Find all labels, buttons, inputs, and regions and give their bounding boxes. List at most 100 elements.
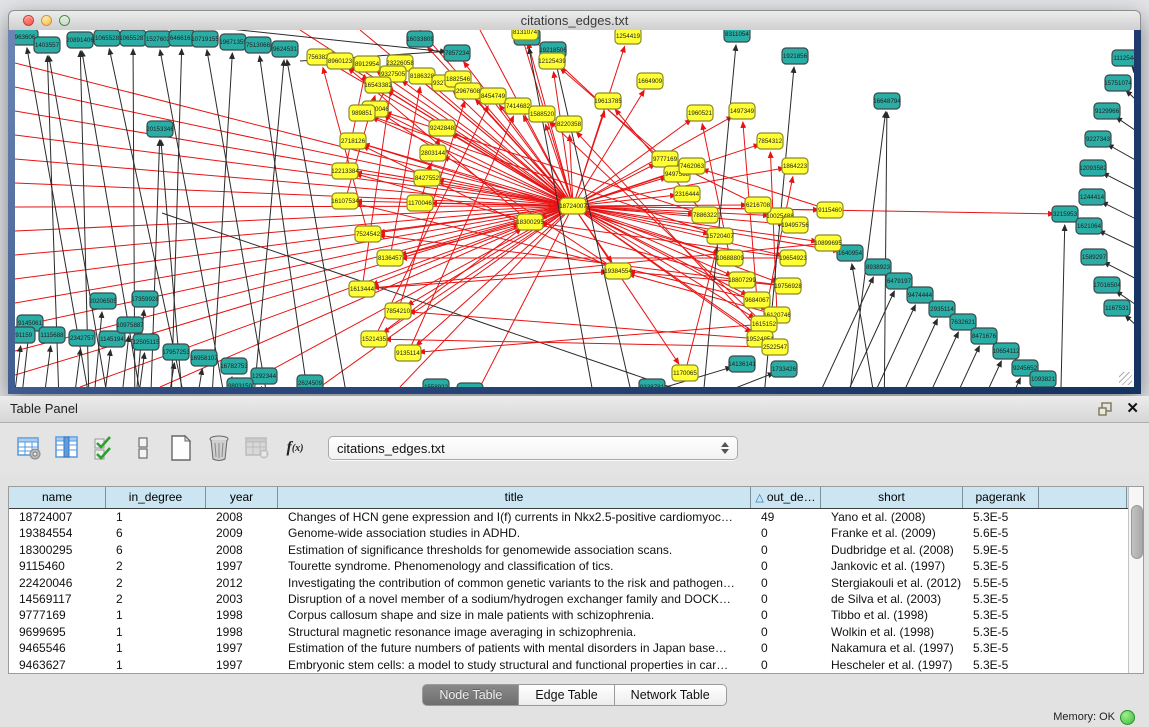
graph-node[interactable]: 2718126	[340, 133, 366, 149]
table-cell[interactable]: de Silva et al. (2003)	[821, 591, 963, 607]
table-cell[interactable]	[1039, 640, 1127, 656]
table-header-row[interactable]: namein_degreeyeartitle△out_de…shortpager…	[9, 487, 1143, 509]
table-select-dropdown[interactable]: citations_edges.txt	[328, 436, 738, 460]
graph-node[interactable]: 2522547	[762, 339, 788, 355]
table-row[interactable]: 1872400712008Changes of HCN gene express…	[9, 509, 1128, 525]
graph-node[interactable]: 1497349	[729, 103, 755, 119]
table-cell[interactable]: 5.3E-5	[963, 591, 1039, 607]
graph-node[interactable]: 16107534	[331, 193, 359, 209]
table-row[interactable]: 2242004622012Investigating the contribut…	[9, 575, 1128, 591]
graph-node[interactable]: 391159	[15, 327, 35, 343]
graph-node[interactable]: 7513066	[245, 37, 271, 53]
table-cell[interactable]: Tibbo et al. (1998)	[821, 607, 963, 623]
table-cell[interactable]: 5.9E-5	[963, 542, 1039, 558]
graph-node[interactable]: 19671355	[219, 34, 247, 50]
graph-node[interactable]: 15720407	[706, 228, 734, 244]
graph-node[interactable]: 16543382	[364, 77, 392, 93]
graph-node[interactable]: 1558922	[423, 379, 449, 387]
network-window-titlebar[interactable]: citations_edges.txt	[8, 10, 1141, 31]
table-cell[interactable]: 1	[106, 509, 206, 525]
graph-node[interactable]: 8131074	[512, 30, 538, 40]
graph-node[interactable]: 7886322	[692, 207, 718, 223]
delete-table-button[interactable]	[202, 432, 236, 464]
graph-node[interactable]: 9227343	[1085, 131, 1111, 147]
graph-node[interactable]: 1960521	[687, 105, 713, 121]
graph-node[interactable]: 8938923	[865, 259, 891, 275]
graph-node[interactable]: 1527602	[145, 31, 171, 47]
column-header-pagerank[interactable]: pagerank	[963, 487, 1039, 508]
graph-node[interactable]: 1254419	[615, 30, 641, 44]
table-cell[interactable]: 2012	[206, 575, 278, 591]
graph-node[interactable]: 17359928	[131, 291, 159, 307]
table-cell[interactable]: 2009	[206, 525, 278, 541]
graph-node[interactable]: 1403557	[34, 37, 60, 53]
table-cell[interactable]: 18724007	[9, 509, 106, 525]
table-cell[interactable]: 0	[751, 640, 821, 656]
table-cell[interactable]: Corpus callosum shape and size in male p…	[278, 607, 751, 623]
graph-node[interactable]: 7857234	[444, 45, 470, 61]
graph-node[interactable]: 2624509	[297, 375, 323, 387]
table-cell[interactable]	[1039, 575, 1127, 591]
column-header-filler[interactable]	[1039, 487, 1127, 508]
column-header-in_degree[interactable]: in_degree	[106, 487, 206, 508]
table-cell[interactable]: 19384554	[9, 525, 106, 541]
graph-node[interactable]: 20153346	[146, 121, 174, 137]
table-settings-button[interactable]	[12, 432, 46, 464]
table-cell[interactable]: 5.3E-5	[963, 640, 1039, 656]
table-cell[interactable]: 1998	[206, 624, 278, 640]
table-cell[interactable]: 6	[106, 525, 206, 541]
graph-node[interactable]: 10719155	[191, 31, 219, 47]
graph-node[interactable]: 19384554	[604, 263, 632, 279]
table-cell[interactable]: 5.6E-5	[963, 525, 1039, 541]
table-cell[interactable]: 9699695	[9, 624, 106, 640]
table-cell[interactable]: Nakamura et al. (1997)	[821, 640, 963, 656]
graph-node[interactable]: 15751074	[1104, 75, 1132, 91]
graph-node[interactable]: 9129966	[1094, 103, 1120, 119]
table-cell[interactable]	[1039, 607, 1127, 623]
graph-node[interactable]: 1112544	[1112, 50, 1134, 66]
graph-node[interactable]: 9624531	[272, 41, 298, 57]
table-row[interactable]: 1830029562008Estimation of significance …	[9, 542, 1128, 558]
graph-node[interactable]: 989851	[349, 105, 375, 121]
table-cell[interactable]: 5.3E-5	[963, 624, 1039, 640]
select-columns-button[interactable]	[88, 432, 122, 464]
graph-node[interactable]: 1588520	[529, 106, 555, 122]
graph-node[interactable]: 1292344	[251, 368, 277, 384]
graph-node[interactable]: 8912954	[354, 56, 380, 72]
vertical-scrollbar[interactable]	[1128, 487, 1143, 673]
graph-node[interactable]: 2803144	[420, 145, 446, 161]
table-cell[interactable]: Stergiakouli et al. (2012)	[821, 575, 963, 591]
table-cell[interactable]: 0	[751, 542, 821, 558]
graph-node[interactable]: 12093582	[1079, 160, 1107, 176]
table-cell[interactable]: 14569117	[9, 591, 106, 607]
table-cell[interactable]: 18300295	[9, 542, 106, 558]
table-cell[interactable]: 0	[751, 607, 821, 623]
graph-node[interactable]: 18724007	[559, 198, 587, 214]
create-table-button[interactable]	[164, 432, 198, 464]
graph-node[interactable]: 6479197	[886, 273, 912, 289]
tab-edge-table[interactable]: Edge Table	[519, 684, 614, 706]
table-cell[interactable]	[1039, 624, 1127, 640]
graph-node[interactable]: 1115688	[39, 327, 65, 343]
table-cell[interactable]	[1039, 509, 1127, 525]
table-row[interactable]: 911546021997Tourette syndrome. Phenomeno…	[9, 558, 1128, 574]
graph-node[interactable]: 1244414	[1079, 189, 1105, 205]
graph-node[interactable]: 9135114	[395, 345, 421, 361]
graph-node[interactable]: 9474444	[907, 287, 933, 303]
table-cell[interactable]: 1	[106, 640, 206, 656]
graph-node[interactable]: 9777169	[652, 151, 678, 167]
graph-node[interactable]: 7854312	[757, 133, 783, 149]
table-cell[interactable]: 2008	[206, 509, 278, 525]
tab-network-table[interactable]: Network Table	[615, 684, 727, 706]
table-cell[interactable]: 2	[106, 558, 206, 574]
graph-node[interactable]: 8186328	[409, 68, 435, 84]
table-cell[interactable]: Changes of HCN gene expression and I(f) …	[278, 509, 751, 525]
table-cell[interactable]	[1039, 558, 1127, 574]
graph-node[interactable]: 18300295	[516, 214, 544, 230]
table-cell[interactable]: 0	[751, 624, 821, 640]
graph-node[interactable]: 19756928	[774, 278, 802, 294]
table-cell[interactable]: 9115460	[9, 558, 106, 574]
resize-grip-icon[interactable]	[1119, 372, 1132, 385]
graph-node[interactable]: 8471676	[971, 328, 997, 344]
table-cell[interactable]: 2003	[206, 591, 278, 607]
